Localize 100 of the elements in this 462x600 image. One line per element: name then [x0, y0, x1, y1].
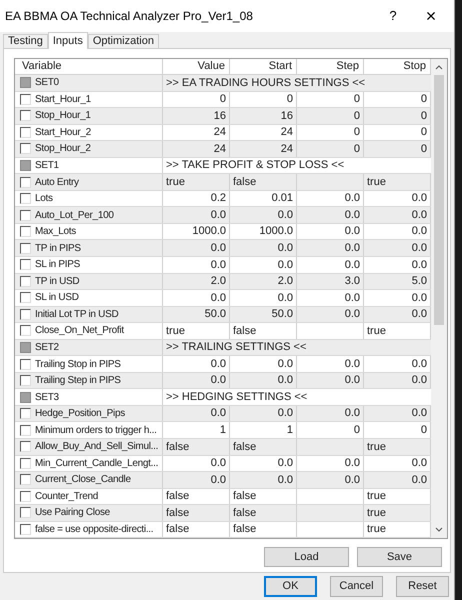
table-cell-text: 0 [354, 142, 360, 157]
column-header[interactable]: Step [336, 58, 359, 75]
variable-name: Start_Hour_1 [35, 92, 91, 107]
table-cell-text: 0.0 [278, 373, 293, 388]
checkbox[interactable] [20, 126, 31, 138]
table-cell-text: 0.0 [210, 373, 226, 388]
table-cell-text: 0.0 [278, 472, 293, 488]
dialog-button[interactable]: Reset [396, 576, 449, 597]
table-cell-text: true [367, 324, 386, 339]
tab[interactable]: Optimization [88, 34, 159, 48]
table-cell-text: true [367, 506, 386, 521]
checkbox[interactable] [20, 143, 31, 154]
checkbox[interactable] [20, 210, 31, 221]
table-cell-text: 0 [420, 92, 427, 108]
checkbox[interactable] [20, 424, 31, 436]
table-cell-text: true [367, 489, 386, 504]
checkbox[interactable] [20, 259, 31, 270]
variable-name: Stop_Hour_2 [35, 142, 91, 156]
checkbox[interactable] [20, 408, 31, 420]
column-header[interactable]: Value [198, 58, 225, 75]
table-cell-text: 0.01 [272, 191, 293, 206]
variable-name: Lots [35, 192, 53, 206]
checkbox[interactable] [20, 441, 31, 452]
variable-name: false = use opposite-directi... [35, 523, 154, 538]
checkbox[interactable] [20, 325, 31, 336]
dialog-button[interactable]: Cancel [330, 576, 383, 597]
checkbox[interactable] [20, 308, 31, 320]
variable-name: SET0 [35, 76, 59, 90]
checkbox[interactable] [20, 490, 31, 502]
variable-name: Max_Lots [35, 225, 76, 240]
checkbox[interactable] [20, 94, 31, 105]
column-header[interactable]: Stop [403, 58, 426, 75]
table-cell-text: 0.0 [412, 406, 427, 422]
variable-name: Hedge_Position_Pips [35, 407, 125, 422]
dialog-button[interactable]: OK [264, 576, 317, 597]
checkbox[interactable] [20, 375, 31, 386]
column-header[interactable]: Start [268, 58, 292, 75]
panel-button[interactable]: Load [264, 547, 349, 568]
table-cell-text: 0.0 [412, 356, 427, 372]
variable-name: TP in PIPS [35, 242, 81, 256]
table-cell-text: 0.2 [210, 191, 226, 206]
variable-name: Trailing Step in PIPS [35, 374, 121, 388]
checkbox[interactable] [20, 193, 31, 204]
checkbox[interactable] [20, 524, 31, 536]
table-cell-text: true [367, 440, 386, 455]
checkbox[interactable] [20, 242, 31, 254]
table-cell-text: true [367, 522, 386, 538]
tab[interactable]: Testing [3, 34, 48, 48]
group-title: >> EA TRADING HOURS SETTINGS << [166, 76, 366, 91]
table-cell-text: 1000.0 [192, 224, 226, 240]
table-cell-text: 0 [420, 142, 427, 157]
checkbox[interactable] [20, 474, 31, 486]
scrollbar[interactable] [431, 59, 447, 538]
table-cell-text: 50.0 [204, 307, 226, 322]
variable-name: Current_Close_Candle [35, 473, 131, 488]
group-title: >> TRAILING SETTINGS << [166, 340, 306, 356]
table-cell-text: 24 [280, 125, 293, 140]
variable-name: Auto Entry [35, 176, 79, 190]
variable-name: TP in USD [35, 274, 80, 289]
table-cell-text: 3.0 [344, 274, 360, 290]
table-cell-text: 0 [354, 92, 360, 108]
panel-button[interactable]: Save [357, 547, 442, 568]
checkbox[interactable] [20, 458, 31, 469]
help-button[interactable]: ? [378, 0, 408, 32]
table-cell-text: 0.0 [412, 456, 427, 472]
scrollbar-thumb[interactable] [434, 75, 444, 325]
checkbox[interactable] [20, 226, 31, 238]
table-cell-text: 1000.0 [259, 224, 293, 240]
tab[interactable]: Inputs [48, 32, 88, 49]
checkbox[interactable] [20, 110, 31, 122]
table-cell-text: 0.0 [278, 208, 293, 223]
checkbox[interactable] [20, 507, 31, 518]
checkbox[interactable] [20, 176, 31, 188]
table-cell-text: 0.0 [412, 307, 427, 322]
variable-name: Min_Current_Candle_Lengt... [35, 456, 158, 471]
scroll-up-icon[interactable] [435, 64, 444, 70]
variable-name: Close_On_Net_Profit [35, 324, 124, 338]
table-cell-text: 0 [420, 108, 427, 124]
checkbox[interactable] [20, 292, 31, 304]
table-cell-text: false [233, 324, 256, 339]
group-title: >> HEDGING SETTINGS << [166, 390, 308, 405]
checkbox[interactable] [20, 276, 31, 287]
table-cell-text: 0.0 [412, 191, 427, 206]
table-cell-text: 0.0 [344, 241, 360, 256]
variable-name: SET2 [35, 341, 59, 356]
table-cell-text: 0.0 [344, 191, 360, 206]
column-header[interactable]: Variable [22, 58, 62, 75]
close-button[interactable]: × [408, 0, 454, 32]
table-cell-text: 0.0 [210, 356, 226, 372]
scroll-down-icon[interactable] [435, 527, 444, 534]
table-cell-text: 0.0 [412, 224, 427, 240]
table-cell-text: 0.0 [344, 290, 360, 306]
table-cell-text: false [166, 506, 190, 521]
table-cell-text: 24 [214, 142, 226, 157]
table-cell-text: 0.0 [210, 241, 226, 256]
checkbox[interactable] [20, 358, 31, 370]
table-cell-text: 0.0 [278, 406, 293, 422]
table-cell-text: 0.0 [412, 290, 427, 306]
table-cell-text: 0 [220, 92, 226, 108]
table-cell-text: 0.0 [344, 373, 360, 388]
